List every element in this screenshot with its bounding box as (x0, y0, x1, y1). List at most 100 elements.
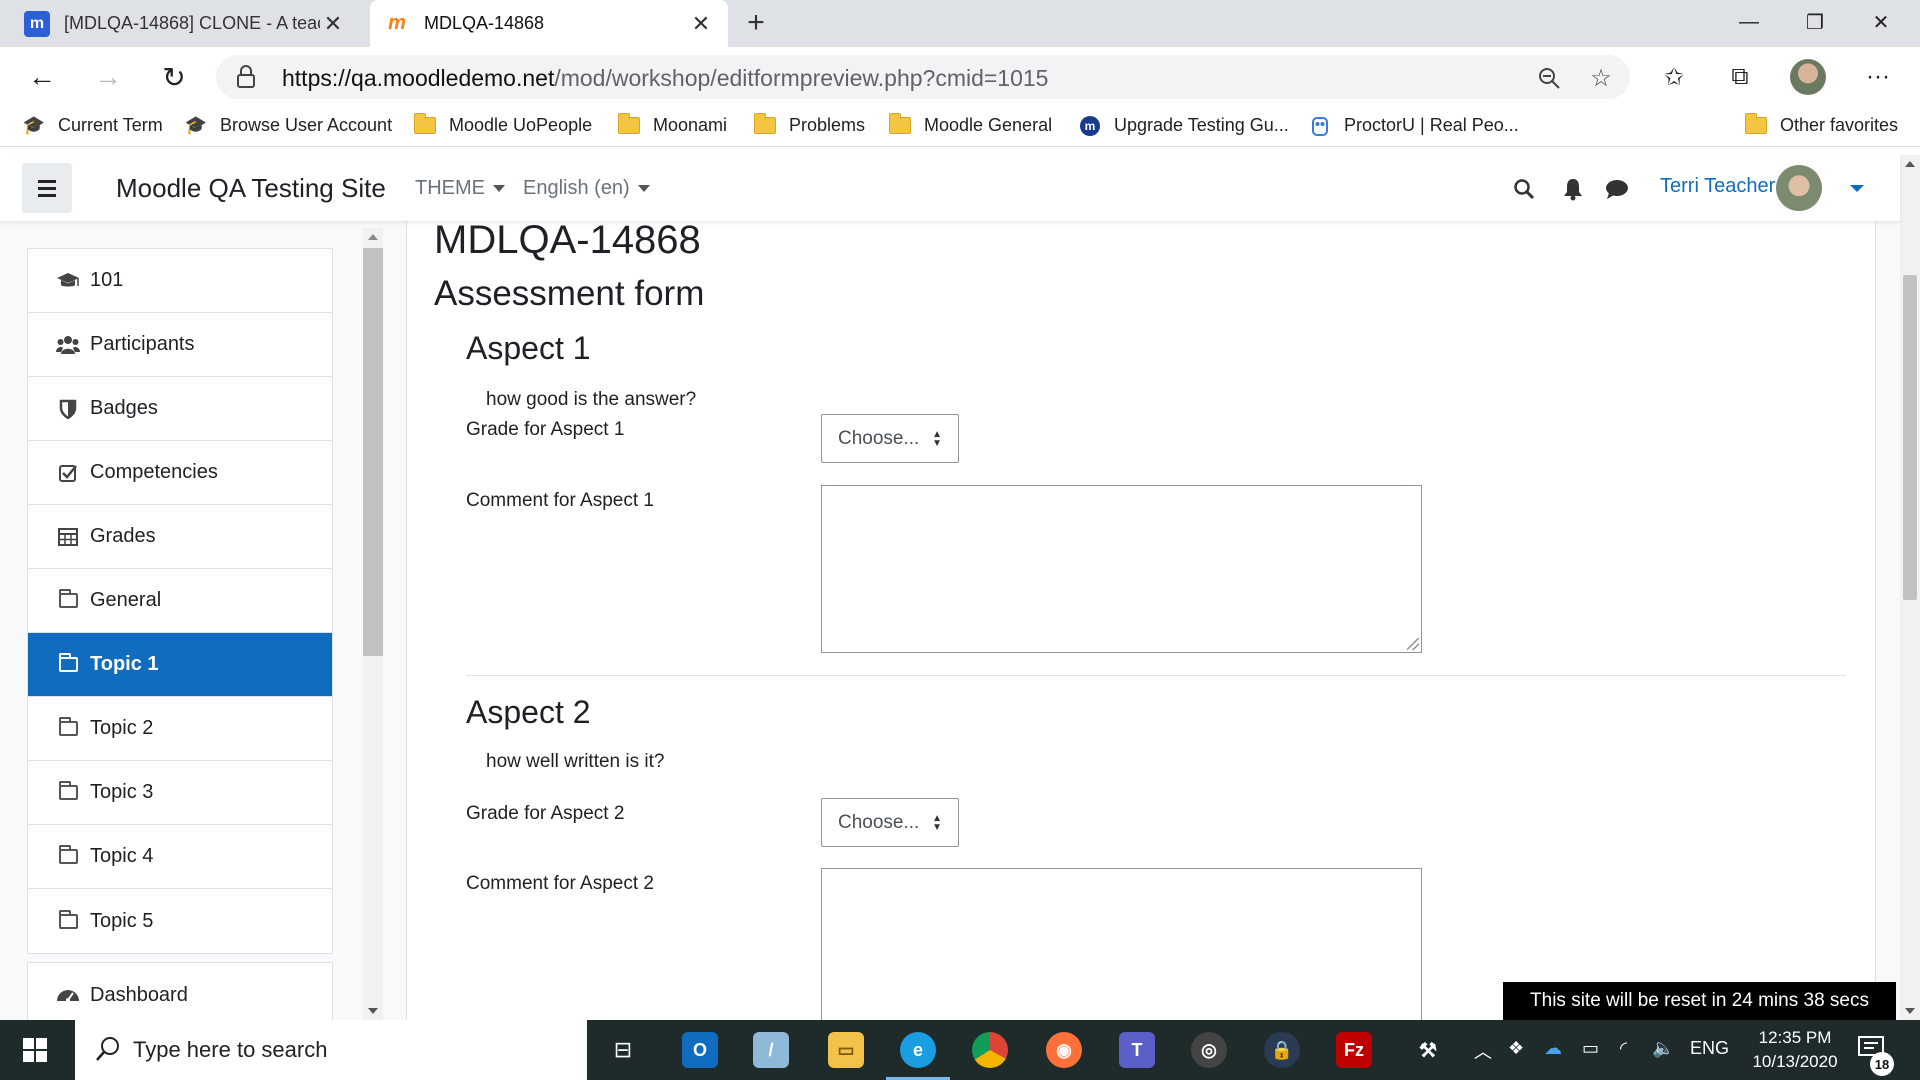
drawer-item-label: Topic 3 (90, 781, 154, 803)
scroll-down-icon[interactable] (1905, 1008, 1915, 1014)
course-nav-list: 101 Participants Badges Competencies Gra… (27, 248, 333, 954)
aspect-divider (466, 675, 1846, 676)
folder-icon (56, 589, 80, 613)
favorite-label: Other favorites (1780, 115, 1899, 135)
favorites-icon[interactable]: ✩ (1656, 59, 1692, 95)
filezilla-icon[interactable]: Fz (1336, 1032, 1372, 1068)
collections-icon[interactable]: ⧉ (1722, 59, 1758, 95)
drawer-scrollbar[interactable] (363, 228, 383, 1020)
favorite-browse-user-account[interactable]: 🎓 Browse User Account (184, 115, 392, 136)
scrollbar-thumb[interactable] (1903, 275, 1917, 600)
drawer-item-general[interactable]: General (28, 569, 332, 633)
browser-tab-clone[interactable]: m [MDLQA-14868] CLONE - A teac ✕ (10, 0, 360, 47)
more-icon[interactable]: ··· (1860, 59, 1896, 95)
drawer-item-101[interactable]: 101 (28, 249, 332, 313)
onedrive-icon[interactable]: ☁ (1544, 1038, 1562, 1059)
profile-avatar[interactable] (1790, 59, 1826, 95)
drawer-item-topic-1[interactable]: Topic 1 (28, 633, 332, 697)
favorite-upgrade-testing[interactable]: m Upgrade Testing Gu... (1078, 115, 1289, 136)
comment-aspect-1-textarea[interactable] (821, 485, 1422, 653)
favorites-bar: 🎓 Current Term 🎓 Browse User Account Moo… (0, 107, 1920, 147)
scroll-up-icon[interactable] (1905, 161, 1915, 167)
favorite-moonami[interactable]: Moonami (617, 113, 727, 136)
user-avatar[interactable] (1776, 165, 1822, 211)
taskbar-clock[interactable]: 12:35 PM 10/13/2020 (1740, 1026, 1850, 1074)
folder-icon (413, 113, 437, 136)
task-view-icon[interactable]: ⊟ (605, 1032, 641, 1068)
select-value: Choose... (838, 811, 920, 833)
sort-icon: ▲ ▼ (932, 813, 942, 833)
language-menu-label: English (en) (523, 177, 630, 199)
page-scrollbar[interactable] (1900, 155, 1920, 1020)
zoom-icon[interactable] (1534, 63, 1564, 93)
scroll-down-icon[interactable] (368, 1008, 378, 1014)
minimize-icon[interactable]: — (1716, 0, 1782, 44)
grade-aspect-1-select[interactable]: Choose... ▲ ▼ (821, 414, 959, 463)
site-name[interactable]: Moodle QA Testing Site (116, 173, 386, 204)
volume-icon[interactable]: 🔈 (1652, 1038, 1674, 1059)
user-name[interactable]: Terri Teacher (1660, 175, 1775, 198)
drawer-item-badges[interactable]: Badges (28, 377, 332, 441)
url-bar[interactable]: https://qa.moodledemo.net/mod/workshop/e… (216, 55, 1630, 99)
edge-icon[interactable]: e (886, 1032, 950, 1080)
grade-aspect-2-select[interactable]: Choose... ▲ ▼ (821, 798, 959, 847)
drawer-item-dashboard[interactable]: Dashboard (28, 963, 332, 1027)
battery-icon[interactable]: ▭ (1582, 1038, 1599, 1059)
scrollbar-thumb[interactable] (363, 248, 383, 656)
forward-button[interactable]: → (88, 57, 128, 97)
media-player-icon[interactable]: ◎ (1191, 1032, 1227, 1068)
wifi-icon[interactable]: ◜ (1620, 1038, 1627, 1059)
shield-icon (56, 397, 80, 421)
drawer-item-participants[interactable]: Participants (28, 313, 332, 377)
favorite-proctoru[interactable]: ProctorU | Real Peo... (1308, 115, 1519, 136)
back-button[interactable]: ← (22, 57, 62, 97)
drawer-item-topic-3[interactable]: Topic 3 (28, 761, 332, 825)
drawer-item-competencies[interactable]: Competencies (28, 441, 332, 505)
favorite-label: Current Term (58, 115, 163, 135)
drawer-item-topic-2[interactable]: Topic 2 (28, 697, 332, 761)
chevron-up-icon[interactable]: ︿ (1474, 1038, 1492, 1064)
theme-menu[interactable]: THEME (415, 177, 505, 200)
page-title: MDLQA-14868 (434, 218, 701, 262)
favorite-moodle-uopeople[interactable]: Moodle UoPeople (413, 113, 592, 136)
language-menu[interactable]: English (en) (523, 177, 650, 200)
chevron-down-icon[interactable] (1850, 185, 1864, 192)
favorite-other-favorites[interactable]: Other favorites (1744, 113, 1899, 136)
file-explorer-icon[interactable]: ▭ (828, 1032, 864, 1068)
language-indicator[interactable]: ENG (1690, 1038, 1729, 1059)
bell-icon[interactable] (1559, 175, 1587, 203)
browser-tab-mdlqa[interactable]: m MDLQA-14868 ✕ (370, 0, 728, 47)
comment-aspect-2-textarea[interactable] (821, 868, 1422, 1020)
restore-icon[interactable]: ❐ (1782, 0, 1848, 44)
close-icon[interactable]: ✕ (320, 11, 346, 37)
taskbar-search[interactable]: Type here to search (75, 1020, 587, 1080)
keepass-icon[interactable]: 🔒 (1264, 1032, 1300, 1068)
chrome-icon[interactable] (972, 1032, 1008, 1068)
close-icon[interactable]: ✕ (688, 11, 714, 37)
firefox-icon[interactable]: ◉ (1046, 1032, 1082, 1068)
drawer-item-topic-4[interactable]: Topic 4 (28, 825, 332, 889)
favorite-problems[interactable]: Problems (753, 113, 865, 136)
resize-handle-icon[interactable] (1407, 638, 1419, 650)
favorite-current-term[interactable]: 🎓 Current Term (22, 115, 163, 136)
tools-icon[interactable]: ⚒ (1410, 1032, 1446, 1068)
new-tab-button[interactable]: + (738, 5, 774, 41)
grade-aspect-1-label: Grade for Aspect 1 (466, 419, 625, 440)
refresh-button[interactable]: ↻ (154, 57, 194, 97)
dropbox-icon[interactable]: ❖ (1508, 1038, 1524, 1059)
drawer-item-grades[interactable]: Grades (28, 505, 332, 569)
search-icon[interactable] (1510, 175, 1538, 203)
drawer-item-topic-5[interactable]: Topic 5 (28, 889, 332, 953)
drawer-item-label: Topic 2 (90, 717, 154, 739)
messages-icon[interactable] (1603, 175, 1631, 203)
close-window-icon[interactable]: ✕ (1848, 0, 1914, 44)
scroll-up-icon[interactable] (368, 234, 378, 240)
teams-icon[interactable]: T (1119, 1032, 1155, 1068)
star-icon[interactable]: ☆ (1586, 63, 1616, 93)
notepad-icon[interactable]: / (753, 1032, 789, 1068)
start-button[interactable] (0, 1020, 70, 1080)
menu-toggle-button[interactable] (22, 163, 72, 213)
folder-icon (56, 717, 80, 741)
outlook-icon[interactable]: O (682, 1032, 718, 1068)
favorite-moodle-general[interactable]: Moodle General (888, 113, 1052, 136)
